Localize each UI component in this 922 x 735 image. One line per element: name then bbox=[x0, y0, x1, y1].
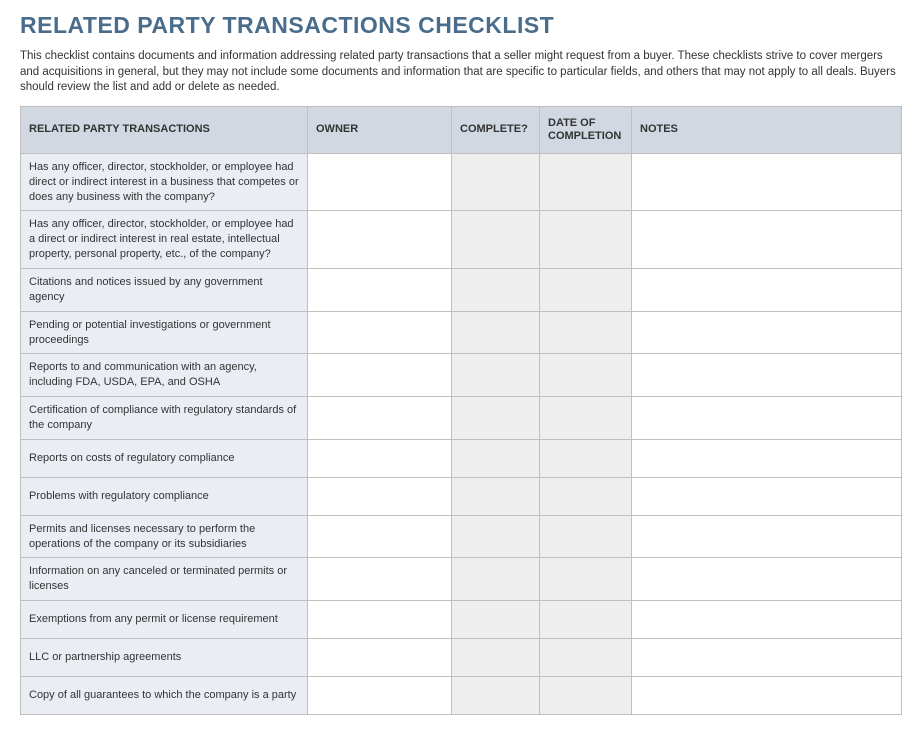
table-row: Exemptions from any permit or license re… bbox=[21, 601, 902, 639]
date-cell[interactable] bbox=[540, 558, 632, 601]
item-cell: Reports on costs of regulatory complianc… bbox=[21, 439, 308, 477]
notes-cell[interactable] bbox=[632, 211, 902, 269]
table-row: Has any officer, director, stockholder, … bbox=[21, 211, 902, 269]
table-row: LLC or partnership agreements bbox=[21, 639, 902, 677]
item-cell: Citations and notices issued by any gove… bbox=[21, 268, 308, 311]
owner-cell[interactable] bbox=[308, 354, 452, 397]
col-header-notes: NOTES bbox=[632, 106, 902, 153]
date-cell[interactable] bbox=[540, 477, 632, 515]
col-header-item: RELATED PARTY TRANSACTIONS bbox=[21, 106, 308, 153]
complete-cell[interactable] bbox=[452, 477, 540, 515]
table-row: Permits and licenses necessary to perfor… bbox=[21, 515, 902, 558]
notes-cell[interactable] bbox=[632, 515, 902, 558]
notes-cell[interactable] bbox=[632, 311, 902, 354]
date-cell[interactable] bbox=[540, 268, 632, 311]
table-row: Has any officer, director, stockholder, … bbox=[21, 153, 902, 211]
col-header-date: DATE OF COMPLETION bbox=[540, 106, 632, 153]
item-cell: Permits and licenses necessary to perfor… bbox=[21, 515, 308, 558]
table-row: Information on any canceled or terminate… bbox=[21, 558, 902, 601]
owner-cell[interactable] bbox=[308, 268, 452, 311]
notes-cell[interactable] bbox=[632, 439, 902, 477]
table-row: Pending or potential investigations or g… bbox=[21, 311, 902, 354]
date-cell[interactable] bbox=[540, 397, 632, 440]
notes-cell[interactable] bbox=[632, 477, 902, 515]
table-row: Reports to and communication with an age… bbox=[21, 354, 902, 397]
item-cell: Information on any canceled or terminate… bbox=[21, 558, 308, 601]
date-cell[interactable] bbox=[540, 677, 632, 715]
table-row: Reports on costs of regulatory complianc… bbox=[21, 439, 902, 477]
item-cell: Problems with regulatory compliance bbox=[21, 477, 308, 515]
date-cell[interactable] bbox=[540, 211, 632, 269]
page-title: RELATED PARTY TRANSACTIONS CHECKLIST bbox=[20, 12, 902, 39]
table-row: Problems with regulatory compliance bbox=[21, 477, 902, 515]
complete-cell[interactable] bbox=[452, 211, 540, 269]
owner-cell[interactable] bbox=[308, 477, 452, 515]
notes-cell[interactable] bbox=[632, 354, 902, 397]
page-description: This checklist contains documents and in… bbox=[20, 49, 902, 96]
col-header-owner: OWNER bbox=[308, 106, 452, 153]
item-cell: Certification of compliance with regulat… bbox=[21, 397, 308, 440]
complete-cell[interactable] bbox=[452, 515, 540, 558]
owner-cell[interactable] bbox=[308, 397, 452, 440]
item-cell: Reports to and communication with an age… bbox=[21, 354, 308, 397]
table-row: Copy of all guarantees to which the comp… bbox=[21, 677, 902, 715]
owner-cell[interactable] bbox=[308, 601, 452, 639]
col-header-complete: COMPLETE? bbox=[452, 106, 540, 153]
notes-cell[interactable] bbox=[632, 397, 902, 440]
item-cell: Pending or potential investigations or g… bbox=[21, 311, 308, 354]
date-cell[interactable] bbox=[540, 153, 632, 211]
complete-cell[interactable] bbox=[452, 311, 540, 354]
item-cell: LLC or partnership agreements bbox=[21, 639, 308, 677]
item-cell: Exemptions from any permit or license re… bbox=[21, 601, 308, 639]
notes-cell[interactable] bbox=[632, 639, 902, 677]
owner-cell[interactable] bbox=[308, 153, 452, 211]
date-cell[interactable] bbox=[540, 439, 632, 477]
date-cell[interactable] bbox=[540, 601, 632, 639]
owner-cell[interactable] bbox=[308, 211, 452, 269]
complete-cell[interactable] bbox=[452, 397, 540, 440]
complete-cell[interactable] bbox=[452, 601, 540, 639]
date-cell[interactable] bbox=[540, 354, 632, 397]
owner-cell[interactable] bbox=[308, 439, 452, 477]
owner-cell[interactable] bbox=[308, 515, 452, 558]
table-row: Certification of compliance with regulat… bbox=[21, 397, 902, 440]
table-header-row: RELATED PARTY TRANSACTIONS OWNER COMPLET… bbox=[21, 106, 902, 153]
notes-cell[interactable] bbox=[632, 677, 902, 715]
item-cell: Copy of all guarantees to which the comp… bbox=[21, 677, 308, 715]
item-cell: Has any officer, director, stockholder, … bbox=[21, 153, 308, 211]
complete-cell[interactable] bbox=[452, 558, 540, 601]
date-cell[interactable] bbox=[540, 639, 632, 677]
notes-cell[interactable] bbox=[632, 153, 902, 211]
table-row: Citations and notices issued by any gove… bbox=[21, 268, 902, 311]
complete-cell[interactable] bbox=[452, 439, 540, 477]
complete-cell[interactable] bbox=[452, 677, 540, 715]
complete-cell[interactable] bbox=[452, 354, 540, 397]
complete-cell[interactable] bbox=[452, 639, 540, 677]
owner-cell[interactable] bbox=[308, 311, 452, 354]
owner-cell[interactable] bbox=[308, 558, 452, 601]
item-cell: Has any officer, director, stockholder, … bbox=[21, 211, 308, 269]
notes-cell[interactable] bbox=[632, 601, 902, 639]
complete-cell[interactable] bbox=[452, 153, 540, 211]
owner-cell[interactable] bbox=[308, 639, 452, 677]
complete-cell[interactable] bbox=[452, 268, 540, 311]
owner-cell[interactable] bbox=[308, 677, 452, 715]
notes-cell[interactable] bbox=[632, 558, 902, 601]
date-cell[interactable] bbox=[540, 311, 632, 354]
date-cell[interactable] bbox=[540, 515, 632, 558]
notes-cell[interactable] bbox=[632, 268, 902, 311]
checklist-table: RELATED PARTY TRANSACTIONS OWNER COMPLET… bbox=[20, 106, 902, 716]
